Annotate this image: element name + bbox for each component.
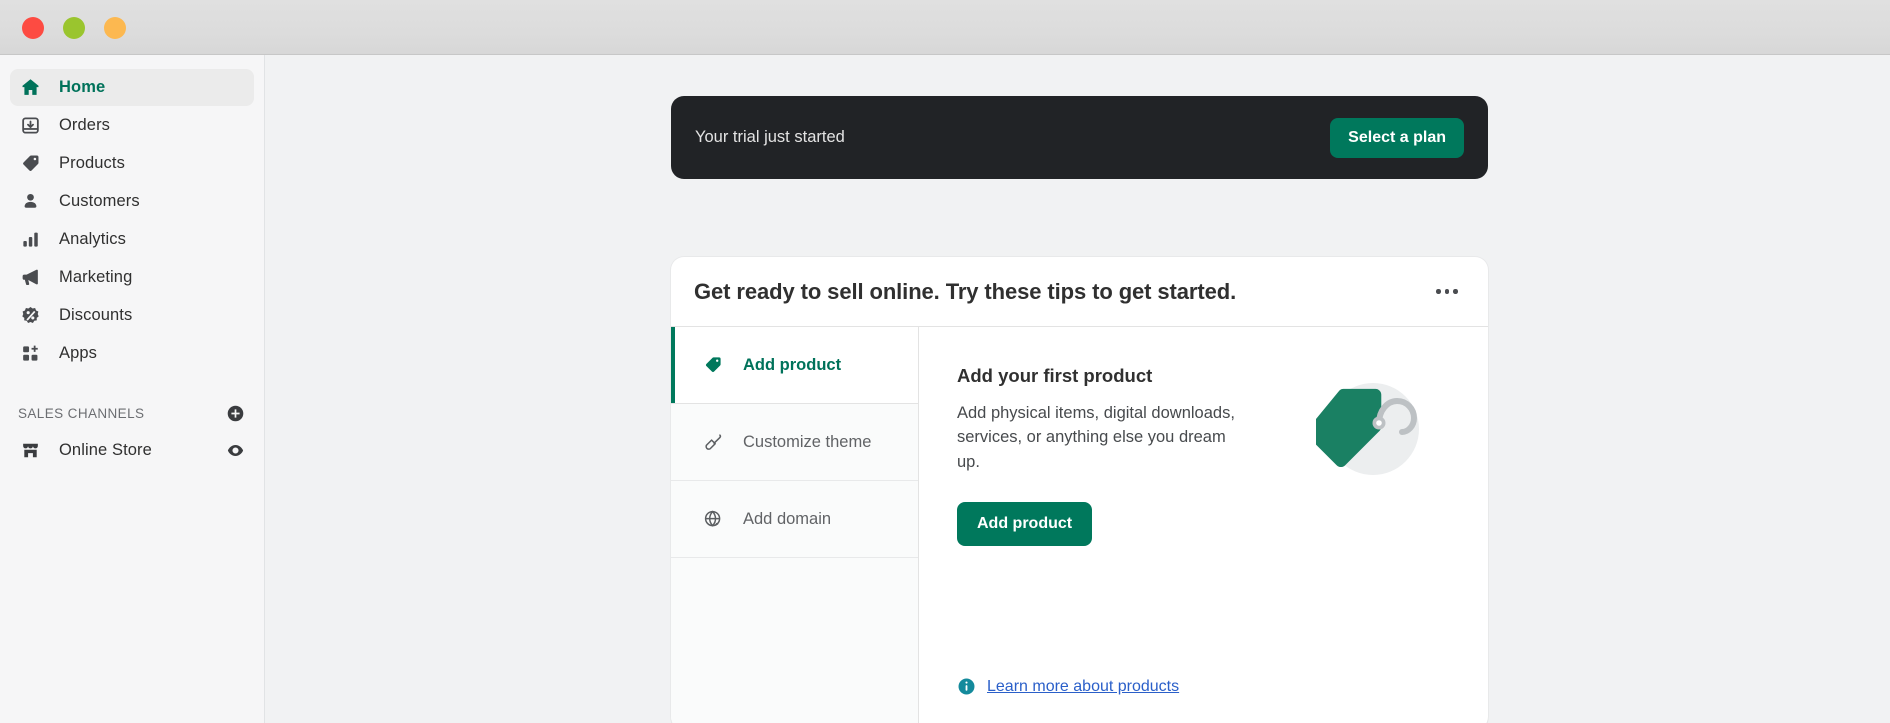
- sidebar-item-label: Products: [59, 154, 125, 172]
- tab-label: Add product: [743, 355, 842, 374]
- add-product-button[interactable]: Add product: [957, 501, 1093, 546]
- sidebar-item-orders[interactable]: Orders: [10, 107, 254, 144]
- window-titlebar: [0, 0, 1890, 55]
- learn-more-about-products-link[interactable]: Learn more about products: [987, 678, 1179, 696]
- globe-icon: [702, 508, 724, 530]
- panel-description: Add physical items, digital downloads, s…: [957, 404, 1235, 471]
- kebab-menu-icon[interactable]: [1430, 277, 1464, 307]
- sidebar-item-label: Customers: [59, 192, 140, 210]
- sidebar-item-analytics[interactable]: Analytics: [10, 221, 254, 258]
- sidebar: Home Orders Products Customers Analytics…: [0, 55, 265, 723]
- paintbrush-icon: [702, 431, 724, 453]
- trial-banner-message: Your trial just started: [695, 128, 845, 146]
- tab-label: Customize theme: [743, 432, 872, 451]
- sidebar-item-online-store[interactable]: Online Store: [10, 432, 254, 469]
- sidebar-item-apps[interactable]: Apps: [10, 335, 254, 372]
- tablist-filler: [671, 558, 918, 723]
- setup-guide-tablist: Add product Customize theme Add domain: [671, 327, 919, 723]
- sidebar-item-products[interactable]: Products: [10, 145, 254, 182]
- tab-add-product[interactable]: Add product: [671, 327, 918, 404]
- analytics-icon: [18, 228, 42, 252]
- tab-customize-theme[interactable]: Customize theme: [671, 404, 918, 481]
- setup-guide-panel: Add your first product Add physical item…: [919, 327, 1488, 723]
- sidebar-item-home[interactable]: Home: [10, 69, 254, 106]
- sidebar-item-label: Marketing: [59, 268, 133, 286]
- sidebar-item-label: Home: [59, 78, 106, 96]
- sidebar-item-label: Analytics: [59, 230, 126, 248]
- plus-circle-icon[interactable]: [224, 402, 246, 424]
- minimize-window-button[interactable]: [63, 17, 85, 39]
- info-circle-icon: [957, 677, 976, 696]
- discounts-icon: [18, 304, 42, 328]
- storefront-icon: [18, 439, 42, 463]
- products-icon: [18, 152, 42, 176]
- page-title: Get ready to sell online. Try these tips…: [694, 278, 1237, 304]
- sidebar-item-label: Discounts: [59, 306, 133, 324]
- sales-channels-title: SALES CHANNELS: [18, 405, 145, 421]
- setup-guide-body: Add product Customize theme Add domain A…: [671, 327, 1488, 723]
- home-icon: [18, 76, 42, 100]
- close-window-button[interactable]: [22, 17, 44, 39]
- marketing-icon: [18, 266, 42, 290]
- sidebar-item-label: Orders: [59, 116, 111, 134]
- apps-icon: [18, 342, 42, 366]
- sidebar-item-marketing[interactable]: Marketing: [10, 259, 254, 296]
- window-controls: [22, 17, 126, 39]
- price-tag-illustration: [1306, 367, 1436, 487]
- sales-channels-header: SALES CHANNELS: [10, 396, 254, 430]
- sidebar-item-discounts[interactable]: Discounts: [10, 297, 254, 334]
- panel-footer: Learn more about products: [957, 677, 1179, 696]
- sidebar-item-label: Apps: [59, 344, 98, 362]
- setup-guide-header: Get ready to sell online. Try these tips…: [671, 257, 1488, 327]
- main-content: Your trial just started Select a plan Ge…: [265, 55, 1890, 723]
- trial-banner: Your trial just started Select a plan: [671, 96, 1488, 179]
- sidebar-item-label: Online Store: [59, 441, 152, 459]
- eye-icon[interactable]: [224, 440, 246, 462]
- maximize-window-button[interactable]: [104, 17, 126, 39]
- orders-icon: [18, 114, 42, 138]
- setup-guide-card: Get ready to sell online. Try these tips…: [671, 257, 1488, 723]
- sidebar-item-customers[interactable]: Customers: [10, 183, 254, 220]
- price-tag-icon: [702, 354, 724, 376]
- select-a-plan-button[interactable]: Select a plan: [1330, 117, 1464, 158]
- tab-label: Add domain: [743, 509, 832, 528]
- tab-add-domain[interactable]: Add domain: [671, 481, 918, 558]
- app-window: Home Orders Products Customers Analytics…: [0, 0, 1890, 723]
- customers-icon: [18, 190, 42, 214]
